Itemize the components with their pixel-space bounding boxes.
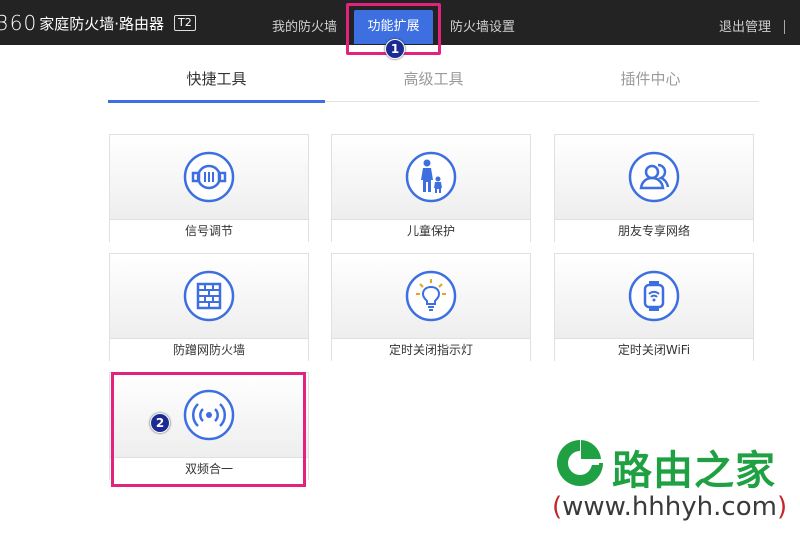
brand-logo: 360 家庭防火墙·路由器 T2 xyxy=(0,11,196,35)
step-marker-2: 2 xyxy=(150,413,170,433)
step-marker-1: 1 xyxy=(385,39,405,59)
tab-advanced-tools[interactable]: 高级工具 xyxy=(325,62,542,102)
signal-adjust-icon xyxy=(183,151,235,203)
brand-number: 360 xyxy=(0,11,38,35)
highlight-box-dual-band xyxy=(111,372,306,487)
child-protection-icon xyxy=(405,151,457,203)
watermark-title: 路由之家 xyxy=(612,448,776,494)
watermark-url-text: www.hhhyh.com xyxy=(562,492,777,522)
tool-anti-freeload-firewall[interactable]: 防蹭网防火墙 xyxy=(109,253,309,362)
brand-text: 家庭防火墙·路由器 xyxy=(39,14,164,33)
tab-plugin-center[interactable]: 插件中心 xyxy=(542,62,759,102)
nav-firewall-settings[interactable]: 防火墙设置 xyxy=(450,0,515,45)
tool-label: 儿童保护 xyxy=(332,219,530,243)
model-badge: T2 xyxy=(173,15,196,31)
friends-network-icon xyxy=(628,151,680,203)
tab-quick-tools[interactable]: 快捷工具 xyxy=(108,62,325,102)
tool-label: 定时关闭WiFi xyxy=(555,338,753,362)
tool-signal-adjust[interactable]: 信号调节 xyxy=(109,134,309,243)
watermark-paren-close: ) xyxy=(776,492,788,522)
watermark-url: (www.hhhyh.com) xyxy=(552,492,787,522)
nav-my-firewall[interactable]: 我的防火墙 xyxy=(272,0,337,45)
tool-timer-wifi-off[interactable]: 定时关闭WiFi xyxy=(554,253,754,362)
tool-label: 防蹭网防火墙 xyxy=(110,338,308,362)
tool-label: 朋友专享网络 xyxy=(555,219,753,243)
watermark-paren-open: ( xyxy=(552,492,563,522)
light-bulb-icon xyxy=(405,270,457,322)
divider xyxy=(784,20,785,34)
wifi-watch-icon xyxy=(628,270,680,322)
tool-label: 定时关闭指示灯 xyxy=(332,338,530,362)
firewall-icon xyxy=(183,270,235,322)
tool-friends-network[interactable]: 朋友专享网络 xyxy=(554,134,754,243)
watermark-logo-icon xyxy=(557,440,603,486)
tool-child-protection[interactable]: 儿童保护 xyxy=(331,134,531,243)
logout-link[interactable]: 退出管理 xyxy=(719,0,771,45)
active-tab-indicator xyxy=(108,100,325,103)
tool-timer-indicator-light[interactable]: 定时关闭指示灯 xyxy=(331,253,531,362)
tool-label: 信号调节 xyxy=(110,219,308,243)
